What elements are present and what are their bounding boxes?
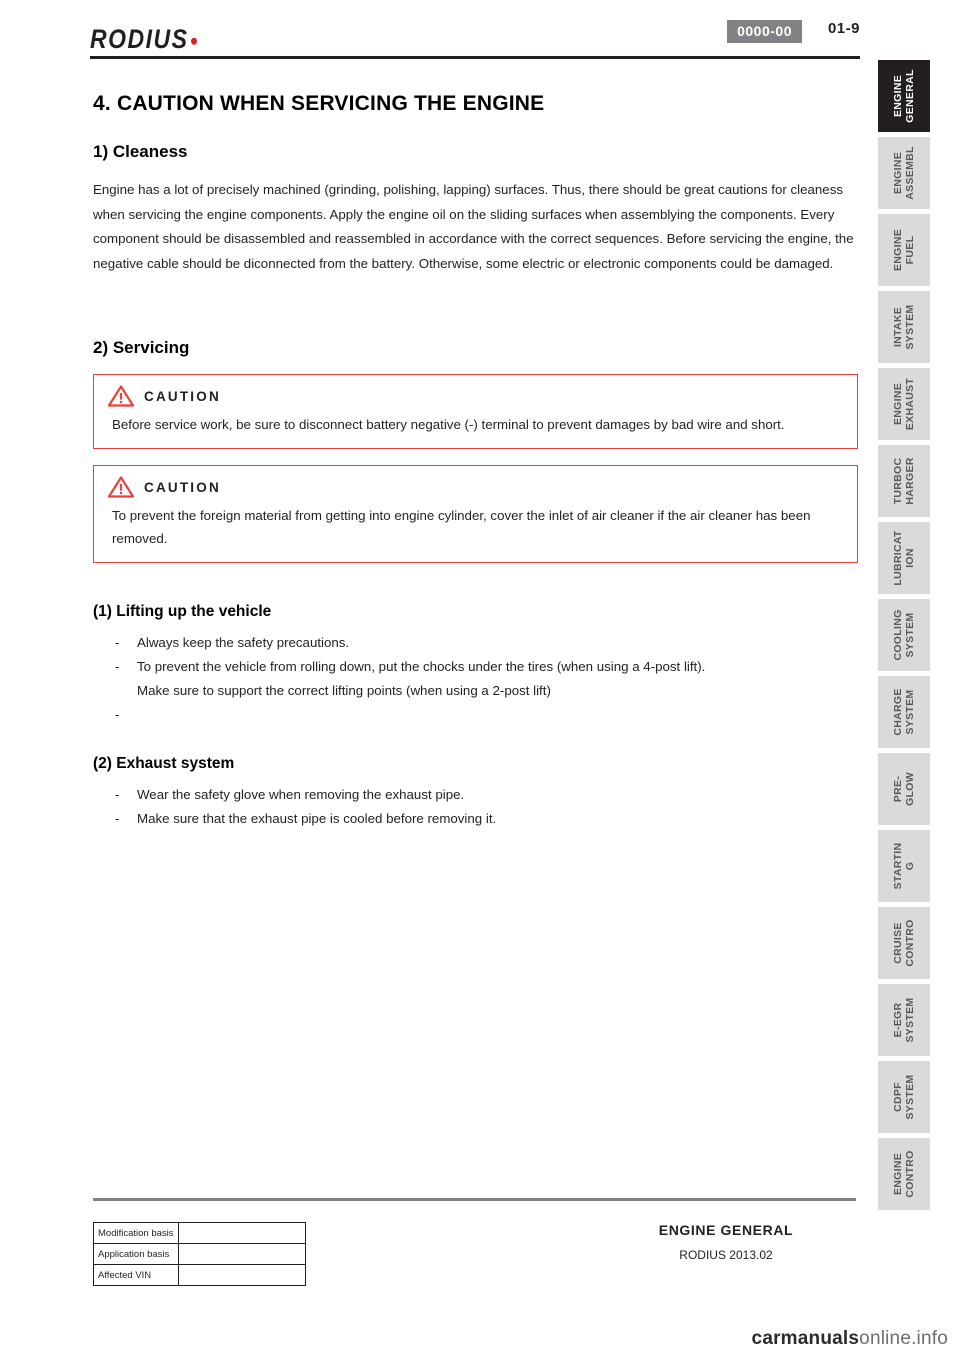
brand-logo: RODIUS — [90, 24, 198, 55]
side-tab-intake-system[interactable]: INTAKE SYSTEM — [878, 291, 930, 363]
section-title: 4. CAUTION WHEN SERVICING THE ENGINE — [93, 92, 545, 115]
side-tab-engine-assembly[interactable]: ENGINE ASSEMBL — [878, 137, 930, 209]
table-cell-value — [177, 1243, 306, 1265]
side-tab-label: LUBRICAT ION — [892, 530, 916, 586]
side-tab-e-egr-system[interactable]: E-EGR SYSTEM — [878, 984, 930, 1056]
watermark-bold: carmanuals — [751, 1328, 860, 1349]
table-row: Affected VIN — [93, 1264, 306, 1286]
document-code-badge: 0000-00 — [727, 20, 802, 43]
side-tab-label: INTAKE SYSTEM — [892, 304, 916, 350]
side-tab-label: ENGINE GENERAL — [892, 69, 916, 123]
side-tab-label: CRUISE CONTRO — [892, 919, 916, 967]
table-row: Application basis — [93, 1243, 306, 1265]
caution-box-2: CAUTION To prevent the foreign material … — [93, 465, 858, 563]
side-tab-cooling-system[interactable]: COOLING SYSTEM — [878, 599, 930, 671]
item-title-lifting: (1) Lifting up the vehicle — [93, 603, 272, 620]
side-tab-label: ENGINE EXHAUST — [892, 377, 916, 431]
footer-info: ENGINE GENERAL RODIUS 2013.02 — [596, 1222, 856, 1262]
header-divider — [90, 56, 860, 59]
list-item: Always keep the safety precautions. — [115, 631, 858, 655]
brand-logo-text: RODIUS — [90, 24, 189, 54]
subsection-title-servicing: 2) Servicing — [93, 338, 190, 357]
revision-table: Modification basis Application basis Aff… — [93, 1222, 306, 1286]
side-tab-engine-general[interactable]: ENGINE GENERAL — [878, 60, 930, 132]
side-tab-strip[interactable]: ENGINE GENERAL ENGINE ASSEMBL ENGINE FUEL I… — [878, 60, 930, 1215]
caution-body-1: Before service work, be sure to disconne… — [112, 417, 785, 432]
side-tab-starting[interactable]: STARTIN G — [878, 830, 930, 902]
logo-dot-icon — [191, 37, 198, 45]
caution-header-2: CAUTION — [108, 476, 843, 498]
document-content: 4. CAUTION WHEN SERVICING THE ENGINE 1) … — [93, 92, 858, 831]
watermark-light: online.info — [859, 1328, 948, 1349]
item-title-exhaust: (2) Exhaust system — [93, 755, 235, 772]
list-lifting: Always keep the safety precautions. To p… — [93, 631, 858, 727]
table-cell-label: Affected VIN — [93, 1264, 179, 1286]
side-tab-turbocharger[interactable]: TURBOC HARGER — [878, 445, 930, 517]
side-tab-label: CDPF SYSTEM — [892, 1074, 916, 1120]
list-item-continuation: Make sure to support the correct lifting… — [137, 683, 551, 698]
caution-body-2: To prevent the foreign material from get… — [112, 508, 811, 546]
side-tab-label: CHARGE SYSTEM — [892, 688, 916, 736]
page-header: RODIUS 0000-00 01-9 — [90, 20, 860, 54]
list-item — [115, 703, 858, 727]
watermark: carmanualsonline.info — [752, 1328, 948, 1350]
footer-title: ENGINE GENERAL — [658, 1222, 794, 1238]
list-exhaust: Wear the safety glove when removing the … — [93, 783, 858, 831]
footer-subtitle: RODIUS 2013.02 — [679, 1248, 773, 1262]
side-tab-label: ENGINE CONTRO — [892, 1150, 916, 1198]
side-tab-cdpf-system[interactable]: CDPF SYSTEM — [878, 1061, 930, 1133]
footer-divider — [93, 1198, 856, 1201]
side-tab-label: E-EGR SYSTEM — [892, 997, 916, 1043]
side-tab-pre-glow[interactable]: PRE- GLOW — [878, 753, 930, 825]
list-item: Wear the safety glove when removing the … — [115, 783, 858, 807]
caution-label-2: CAUTION — [144, 479, 221, 495]
side-tab-label: COOLING SYSTEM — [892, 609, 916, 661]
caution-label-1: CAUTION — [144, 388, 221, 404]
side-tab-label: STARTIN G — [892, 842, 916, 890]
side-tab-charge-system[interactable]: CHARGE SYSTEM — [878, 676, 930, 748]
warning-triangle-icon — [108, 476, 134, 498]
paragraph-cleaness: Engine has a lot of precisely machined (… — [93, 182, 854, 271]
table-cell-value — [177, 1264, 306, 1286]
table-cell-value — [177, 1222, 306, 1244]
warning-triangle-icon — [108, 385, 134, 407]
side-tab-engine-control[interactable]: ENGINE CONTRO — [878, 1138, 930, 1210]
side-tab-label: TURBOC HARGER — [892, 457, 916, 505]
caution-box-1: CAUTION Before service work, be sure to … — [93, 374, 858, 449]
list-item: Make sure that the exhaust pipe is coole… — [115, 807, 858, 831]
side-tab-label: ENGINE ASSEMBL — [892, 146, 916, 200]
side-tab-engine-exhaust[interactable]: ENGINE EXHAUST — [878, 368, 930, 440]
caution-header-1: CAUTION — [108, 385, 843, 407]
page-number: 01-9 — [827, 20, 860, 37]
list-item: To prevent the vehicle from rolling down… — [115, 655, 858, 679]
side-tab-cruise-control[interactable]: CRUISE CONTRO — [878, 907, 930, 979]
table-cell-label: Modification basis — [93, 1222, 179, 1244]
side-tab-label: ENGINE FUEL — [892, 228, 916, 272]
subsection-title-cleaness: 1) Cleaness — [93, 142, 188, 161]
side-tab-engine-fuel[interactable]: ENGINE FUEL — [878, 214, 930, 286]
table-row: Modification basis — [93, 1222, 306, 1244]
side-tab-lubrication[interactable]: LUBRICAT ION — [878, 522, 930, 594]
table-cell-label: Application basis — [93, 1243, 179, 1265]
side-tab-label: PRE- GLOW — [892, 772, 916, 806]
